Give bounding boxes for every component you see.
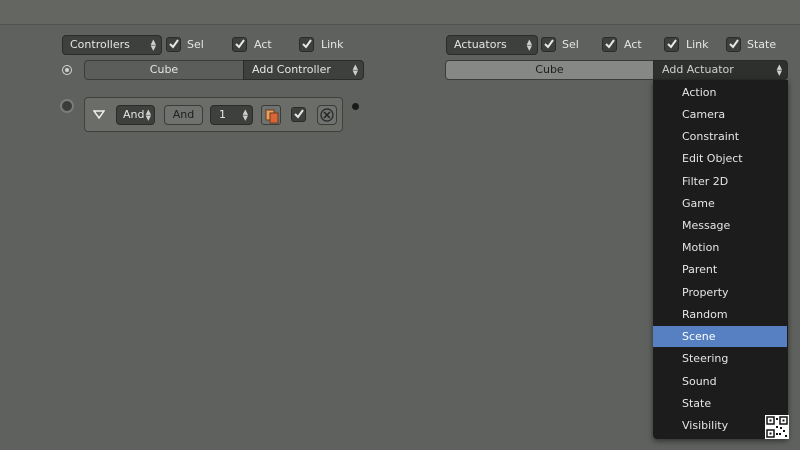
- menu-item-random[interactable]: Random: [653, 304, 787, 325]
- actuators-sel-label: Sel: [562, 38, 579, 51]
- updown-arrows-icon: ▲ ▼: [242, 108, 248, 122]
- checkmark-icon: [667, 39, 677, 49]
- controller-state-dot[interactable]: [62, 65, 72, 75]
- menu-item-edit-object[interactable]: Edit Object: [653, 148, 787, 169]
- menu-item-scene[interactable]: Scene: [653, 326, 787, 347]
- updown-arrows-icon: ▲ ▼: [150, 38, 156, 52]
- qr-code-icon: [765, 415, 789, 439]
- add-controller-label: Add Controller: [252, 63, 331, 76]
- checkmark-icon: [294, 109, 304, 119]
- controllers-type-select[interactable]: Controllers ▲ ▼: [62, 35, 162, 55]
- menu-item-message[interactable]: Message: [653, 215, 787, 236]
- controller-output-socket[interactable]: [352, 103, 359, 110]
- controllers-act-label: Act: [254, 38, 272, 51]
- controllers-link-label: Link: [321, 38, 344, 51]
- menu-item-motion[interactable]: Motion: [653, 237, 787, 258]
- actuators-sel-checkbox[interactable]: [541, 37, 556, 52]
- add-actuator-label: Add Actuator: [662, 63, 734, 76]
- menu-item-sound[interactable]: Sound: [653, 371, 787, 392]
- menu-item-property[interactable]: Property: [653, 282, 787, 303]
- remove-controller-button[interactable]: [317, 105, 337, 125]
- controller-state-select[interactable]: 1 ▲ ▼: [210, 105, 253, 125]
- menu-item-camera[interactable]: Camera: [653, 104, 787, 125]
- actuators-link-checkbox[interactable]: [664, 37, 679, 52]
- actuators-link-label: Link: [686, 38, 709, 51]
- collapse-triangle-icon[interactable]: [92, 110, 106, 123]
- actuators-act-checkbox[interactable]: [602, 37, 617, 52]
- menu-item-constraint[interactable]: Constraint: [653, 126, 787, 147]
- controller-input-socket[interactable]: [60, 99, 74, 113]
- menu-item-game[interactable]: Game: [653, 193, 787, 214]
- menu-item-action[interactable]: Action: [653, 82, 787, 103]
- actuators-state-checkbox[interactable]: [726, 37, 741, 52]
- menu-item-filter-2d[interactable]: Filter 2D: [653, 171, 787, 192]
- controllers-type-label: Controllers: [70, 38, 130, 51]
- checkmark-icon: [729, 39, 739, 49]
- add-controller-select[interactable]: Add Controller ▲ ▼: [243, 60, 364, 80]
- checkmark-icon: [544, 39, 554, 49]
- checkmark-icon: [302, 39, 312, 49]
- updown-arrows-icon: ▲ ▼: [776, 63, 782, 77]
- header-bar: [0, 0, 800, 25]
- updown-arrows-icon: ▲ ▼: [145, 108, 151, 122]
- checkmark-icon: [605, 39, 615, 49]
- add-actuator-select[interactable]: Add Actuator ▲ ▼: [653, 60, 788, 80]
- checkmark-icon: [235, 39, 245, 49]
- controller-type-label: And: [123, 108, 145, 121]
- actuators-act-label: Act: [624, 38, 642, 51]
- controllers-sel-checkbox[interactable]: [166, 37, 181, 52]
- actuators-type-select[interactable]: Actuators ▲ ▼: [446, 35, 538, 55]
- controllers-object-button[interactable]: Cube: [84, 60, 244, 80]
- priority-bookmark-icon[interactable]: [261, 105, 281, 125]
- controller-panel: And ▲ ▼ And 1 ▲ ▼: [84, 97, 343, 132]
- menu-item-steering[interactable]: Steering: [653, 348, 787, 369]
- add-actuator-menu: Action Camera Constraint Edit Object Fil…: [653, 80, 788, 439]
- updown-arrows-icon: ▲ ▼: [352, 63, 358, 77]
- controller-name-field[interactable]: And: [164, 105, 203, 125]
- controller-active-checkbox[interactable]: [291, 107, 306, 122]
- close-icon: [320, 108, 334, 122]
- controllers-act-checkbox[interactable]: [232, 37, 247, 52]
- controller-state-label: 1: [219, 108, 226, 121]
- updown-arrows-icon: ▲ ▼: [526, 38, 532, 52]
- controllers-link-checkbox[interactable]: [299, 37, 314, 52]
- actuators-type-label: Actuators: [454, 38, 507, 51]
- actuators-object-button[interactable]: Cube: [445, 60, 654, 80]
- checkmark-icon: [169, 39, 179, 49]
- menu-item-parent[interactable]: Parent: [653, 259, 787, 280]
- actuators-state-label: State: [747, 38, 777, 51]
- controller-type-select[interactable]: And ▲ ▼: [116, 105, 155, 125]
- menu-item-state[interactable]: State: [653, 393, 787, 414]
- controllers-sel-label: Sel: [187, 38, 204, 51]
